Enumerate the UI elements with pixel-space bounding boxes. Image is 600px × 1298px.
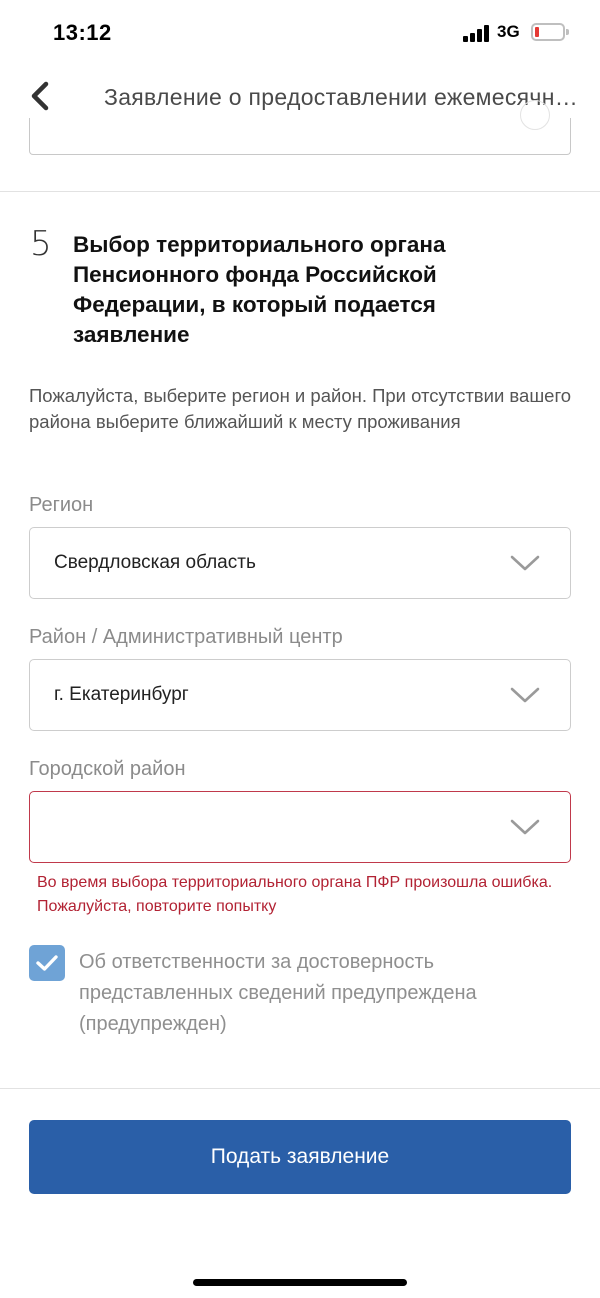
city-district-label: Городской район — [29, 758, 186, 780]
checkmark-icon — [36, 955, 58, 971]
page-title: Заявление о предоставлении ежемесячной в… — [104, 84, 580, 110]
signal-icon — [463, 24, 491, 42]
chevron-left-icon — [31, 81, 49, 111]
divider — [0, 1088, 600, 1089]
chevron-down-icon — [510, 819, 540, 835]
divider — [0, 191, 600, 192]
step-number: 5 — [30, 224, 52, 264]
city-district-error: Во время выбора территориального органа … — [37, 874, 553, 915]
section-title: Выбор территориального органа Пенсионног… — [73, 232, 446, 347]
back-button[interactable] — [24, 78, 60, 114]
agreement-checkbox[interactable] — [29, 945, 65, 981]
region-select[interactable]: Свердловская область — [29, 527, 571, 599]
district-value: г. Екатеринбург — [54, 684, 189, 705]
section-hint: Пожалуйста, выберите регион и район. При… — [29, 385, 572, 432]
home-indicator — [193, 1279, 407, 1286]
battery-icon — [531, 23, 565, 41]
network-type: 3G — [497, 22, 520, 41]
district-label: Район / Административный центр — [29, 626, 343, 648]
status-time: 13:12 — [53, 20, 112, 45]
region-value: Свердловская область — [54, 552, 256, 573]
status-bar: 13:12 3G — [0, 0, 600, 66]
submit-button[interactable]: Подать заявление — [29, 1120, 571, 1194]
agreement-label[interactable]: Об ответственности за достоверность пред… — [79, 947, 559, 1040]
city-district-select[interactable] — [29, 791, 571, 863]
previous-field[interactable] — [29, 100, 571, 155]
field-control-icon — [520, 100, 550, 130]
chevron-down-icon — [510, 687, 540, 703]
district-select[interactable]: г. Екатеринбург — [29, 659, 571, 731]
region-label: Регион — [29, 494, 94, 516]
chevron-down-icon — [510, 555, 540, 571]
battery-cap — [566, 29, 569, 35]
